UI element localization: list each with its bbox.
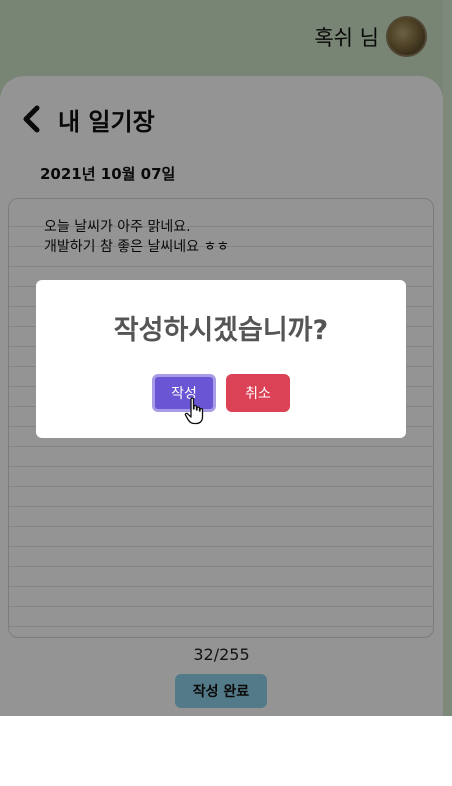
dialog-title: 작성하시겠습니까? bbox=[113, 315, 329, 346]
hand-cursor-icon bbox=[184, 397, 204, 425]
confirm-dialog: 작성하시겠습니까? 작성 취소 bbox=[36, 280, 406, 438]
cancel-button[interactable]: 취소 bbox=[226, 374, 290, 412]
